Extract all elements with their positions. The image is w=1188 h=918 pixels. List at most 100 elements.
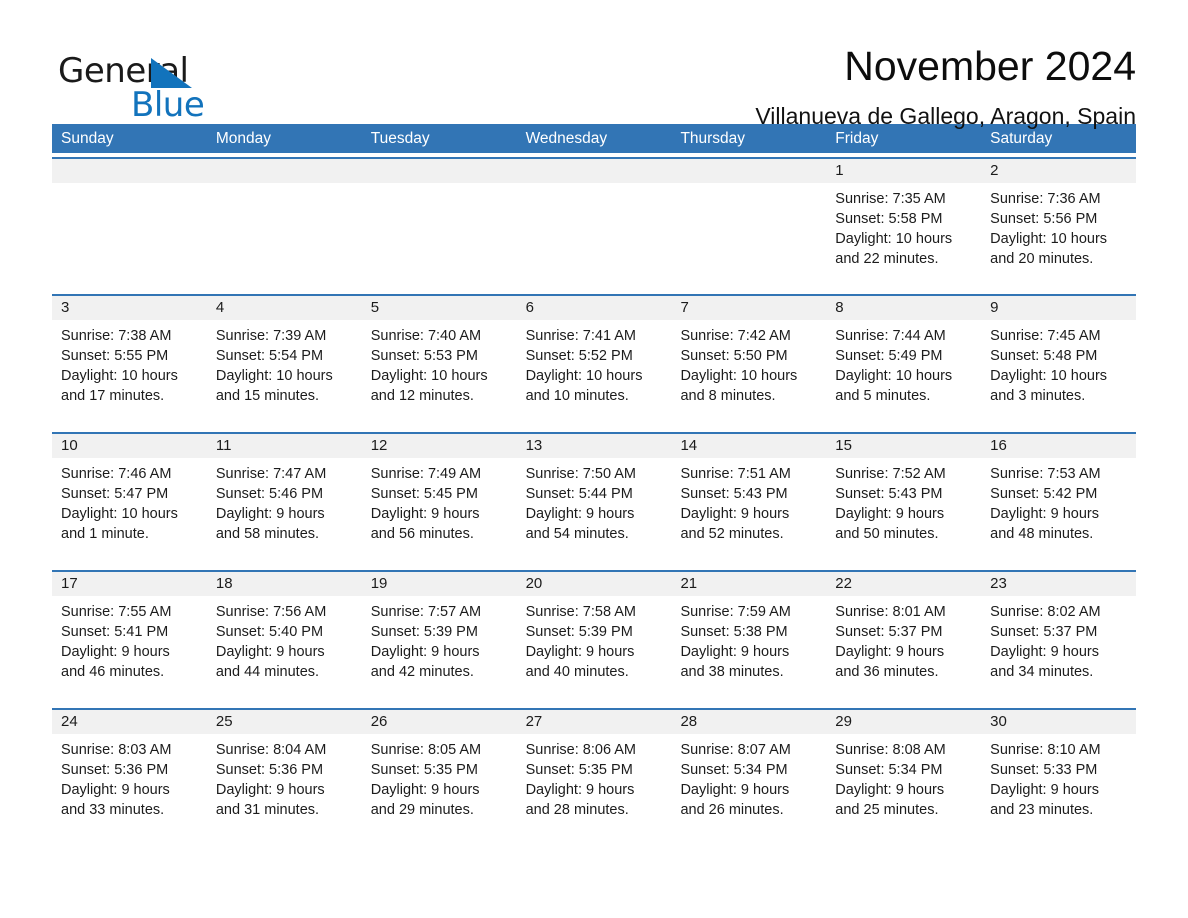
daylight-text-line1: Daylight: 9 hours	[215, 644, 325, 660]
daylight-text-line2: and 31 minutes.	[215, 802, 320, 818]
day-number[interactable]: 1	[826, 159, 981, 183]
day-number[interactable]	[362, 159, 517, 183]
day-cell[interactable]: Sunrise: 8:01 AM Sunset: 5:37 PM Dayligh…	[826, 596, 981, 704]
day-cell[interactable]: Sunrise: 7:59 AM Sunset: 5:38 PM Dayligh…	[671, 596, 826, 704]
day-number[interactable]: 24	[52, 710, 207, 734]
day-number[interactable]: 12	[362, 434, 517, 458]
day-number[interactable]: 26	[362, 710, 517, 734]
day-cell[interactable]	[207, 183, 362, 290]
day-number[interactable]: 10	[52, 434, 207, 458]
sunrise-text: Sunrise: 7:51 AM	[680, 466, 791, 482]
sunrise-text: Sunrise: 8:04 AM	[215, 742, 327, 758]
day-number[interactable]: 19	[362, 572, 517, 596]
day-number[interactable]	[207, 159, 362, 183]
daylight-text-line1: Daylight: 9 hours	[61, 644, 170, 660]
day-number[interactable]: 5	[362, 296, 517, 320]
daylight-text-line1: Daylight: 10 hours	[835, 368, 953, 384]
daylight-text-line1: Daylight: 10 hours	[835, 231, 953, 247]
day-cell[interactable]: Sunrise: 8:02 AM Sunset: 5:37 PM Dayligh…	[981, 596, 1136, 704]
general-blue-logo[interactable]: General Blue	[58, 46, 258, 122]
day-cell[interactable]	[362, 183, 517, 290]
day-cell[interactable]: Sunrise: 7:36 AM Sunset: 5:56 PM Dayligh…	[981, 183, 1136, 290]
day-number[interactable]: 6	[517, 296, 672, 320]
day-number[interactable]: 22	[826, 572, 981, 596]
day-number[interactable]: 30	[981, 710, 1136, 734]
daylight-text-line1: Daylight: 10 hours	[990, 231, 1108, 247]
week-day-number-band: 24 25 26 27 28 29 30	[52, 710, 1136, 734]
day-cell[interactable]	[52, 183, 207, 290]
day-cell[interactable]: Sunrise: 7:49 AM Sunset: 5:45 PM Dayligh…	[362, 458, 517, 566]
sunrise-text: Sunrise: 7:42 AM	[680, 328, 791, 344]
day-cell[interactable]: Sunrise: 8:07 AM Sunset: 5:34 PM Dayligh…	[671, 734, 826, 842]
day-number[interactable]: 28	[671, 710, 826, 734]
day-number[interactable]: 18	[207, 572, 362, 596]
day-number[interactable]: 11	[207, 434, 362, 458]
day-number[interactable]: 13	[517, 434, 672, 458]
day-cell[interactable]: Sunrise: 7:50 AM Sunset: 5:44 PM Dayligh…	[517, 458, 672, 566]
calendar-week-row: 10 11 12 13 14 15 16 Sunrise: 7:46 AM Su…	[52, 432, 1136, 566]
day-cell[interactable]: Sunrise: 7:38 AM Sunset: 5:55 PM Dayligh…	[52, 320, 207, 428]
day-cell[interactable]: Sunrise: 8:04 AM Sunset: 5:36 PM Dayligh…	[207, 734, 362, 842]
sunset-text: Sunset: 5:44 PM	[525, 486, 633, 502]
weekday-header-thursday: Thursday	[680, 130, 746, 147]
day-number[interactable]: 15	[826, 434, 981, 458]
day-cell[interactable]: Sunrise: 7:52 AM Sunset: 5:43 PM Dayligh…	[826, 458, 981, 566]
day-cell[interactable]: Sunrise: 8:10 AM Sunset: 5:33 PM Dayligh…	[981, 734, 1136, 842]
day-number[interactable]: 27	[517, 710, 672, 734]
daylight-text-line1: Daylight: 9 hours	[990, 506, 1099, 522]
day-cell[interactable]: Sunrise: 7:57 AM Sunset: 5:39 PM Dayligh…	[362, 596, 517, 704]
day-number[interactable]: 29	[826, 710, 981, 734]
daylight-text-line2: and 3 minutes.	[990, 388, 1086, 404]
day-number[interactable]	[671, 159, 826, 183]
day-number[interactable]: 14	[671, 434, 826, 458]
daylight-text-line1: Daylight: 10 hours	[525, 368, 643, 384]
day-cell[interactable]: Sunrise: 7:51 AM Sunset: 5:43 PM Dayligh…	[671, 458, 826, 566]
day-number[interactable]	[52, 159, 207, 183]
day-cell[interactable]: Sunrise: 8:03 AM Sunset: 5:36 PM Dayligh…	[52, 734, 207, 842]
sunrise-text: Sunrise: 7:44 AM	[835, 328, 946, 344]
day-cell[interactable]: Sunrise: 7:58 AM Sunset: 5:39 PM Dayligh…	[517, 596, 672, 704]
day-number[interactable]: 7	[671, 296, 826, 320]
day-number[interactable]: 16	[981, 434, 1136, 458]
day-number[interactable]: 25	[207, 710, 362, 734]
sunset-text: Sunset: 5:37 PM	[990, 624, 1098, 640]
daylight-text-line1: Daylight: 10 hours	[61, 506, 178, 522]
day-number[interactable]: 4	[207, 296, 362, 320]
day-cell[interactable]: Sunrise: 7:45 AM Sunset: 5:48 PM Dayligh…	[981, 320, 1136, 428]
day-number[interactable]: 21	[671, 572, 826, 596]
day-number[interactable]: 8	[826, 296, 981, 320]
daylight-text-line2: and 15 minutes.	[215, 388, 320, 404]
sunset-text: Sunset: 5:50 PM	[680, 348, 788, 364]
day-cell[interactable]	[671, 183, 826, 290]
day-cell[interactable]: Sunrise: 7:41 AM Sunset: 5:52 PM Dayligh…	[517, 320, 672, 428]
day-cell[interactable]: Sunrise: 7:35 AM Sunset: 5:58 PM Dayligh…	[826, 183, 981, 290]
day-number[interactable]: 2	[981, 159, 1136, 183]
day-cell[interactable]: Sunrise: 7:46 AM Sunset: 5:47 PM Dayligh…	[52, 458, 207, 566]
sunrise-text: Sunrise: 7:45 AM	[990, 328, 1101, 344]
sunrise-text: Sunrise: 8:02 AM	[990, 604, 1101, 620]
day-cell[interactable]: Sunrise: 7:39 AM Sunset: 5:54 PM Dayligh…	[207, 320, 362, 428]
day-number[interactable]: 23	[981, 572, 1136, 596]
day-cell[interactable]: Sunrise: 8:05 AM Sunset: 5:35 PM Dayligh…	[362, 734, 517, 842]
weekday-header-wednesday: Wednesday	[525, 130, 608, 147]
day-cell[interactable]: Sunrise: 7:56 AM Sunset: 5:40 PM Dayligh…	[207, 596, 362, 704]
day-number[interactable]: 9	[981, 296, 1136, 320]
day-number[interactable]: 3	[52, 296, 207, 320]
day-cell[interactable]: Sunrise: 8:08 AM Sunset: 5:34 PM Dayligh…	[826, 734, 981, 842]
day-cell[interactable]: Sunrise: 7:42 AM Sunset: 5:50 PM Dayligh…	[671, 320, 826, 428]
day-cell[interactable]	[517, 183, 672, 290]
calendar-week-row: 3 4 5 6 7 8 9 Sunrise: 7:38 AM Sunset: 5…	[52, 294, 1136, 428]
sunrise-text: Sunrise: 7:49 AM	[370, 466, 482, 482]
triangle-icon	[151, 58, 192, 88]
sunset-text: Sunset: 5:56 PM	[990, 211, 1098, 227]
sunset-text: Sunset: 5:55 PM	[61, 348, 169, 364]
day-cell[interactable]: Sunrise: 7:40 AM Sunset: 5:53 PM Dayligh…	[362, 320, 517, 428]
day-number[interactable]	[517, 159, 672, 183]
day-cell[interactable]: Sunrise: 7:44 AM Sunset: 5:49 PM Dayligh…	[826, 320, 981, 428]
day-cell[interactable]: Sunrise: 7:47 AM Sunset: 5:46 PM Dayligh…	[207, 458, 362, 566]
day-number[interactable]: 20	[517, 572, 672, 596]
day-number[interactable]: 17	[52, 572, 207, 596]
day-cell[interactable]: Sunrise: 7:55 AM Sunset: 5:41 PM Dayligh…	[52, 596, 207, 704]
day-cell[interactable]: Sunrise: 7:53 AM Sunset: 5:42 PM Dayligh…	[981, 458, 1136, 566]
day-cell[interactable]: Sunrise: 8:06 AM Sunset: 5:35 PM Dayligh…	[517, 734, 672, 842]
